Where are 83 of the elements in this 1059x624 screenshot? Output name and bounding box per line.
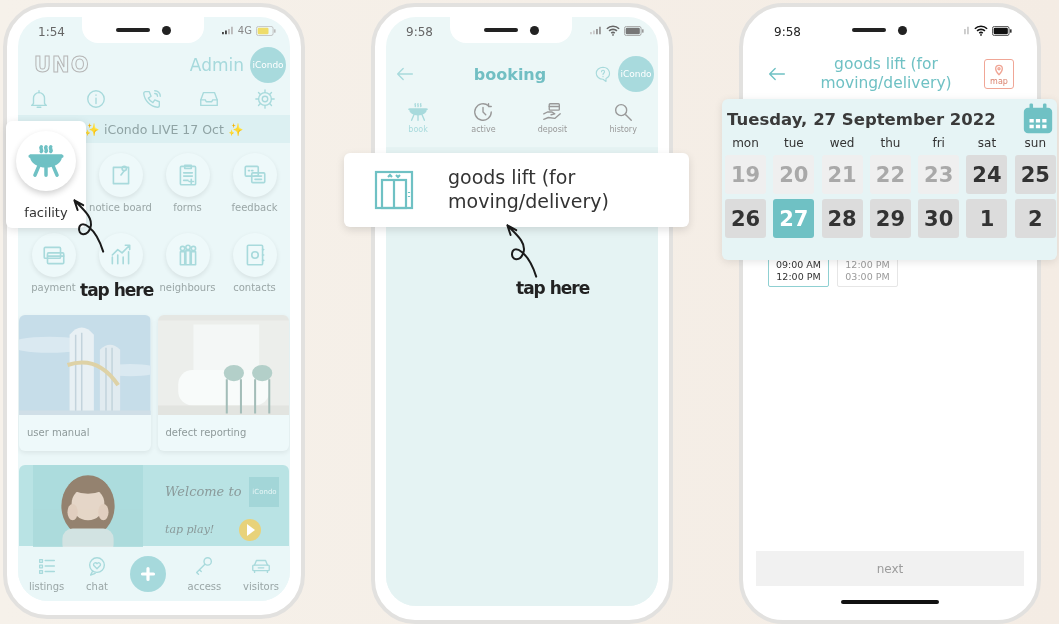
tab[interactable]: active — [465, 101, 502, 147]
wifi-icon — [606, 25, 620, 36]
screen-title: booking — [472, 64, 548, 84]
nav-tab[interactable]: access — [187, 551, 222, 596]
weekday-label: sun — [1023, 136, 1047, 150]
heart-bubble-icon — [86, 555, 108, 577]
shortcut-label: facility — [24, 205, 68, 220]
day-cell[interactable]: 30 — [918, 199, 960, 238]
status-time: 1:54 — [38, 25, 65, 39]
day-cell[interactable]: 25 — [1014, 155, 1056, 194]
network-label: 4G — [237, 25, 252, 36]
map-button[interactable]: map — [984, 59, 1014, 89]
card-title: defect reporting — [164, 426, 248, 438]
card-hand-icon — [541, 101, 564, 123]
shortcut-button[interactable] — [98, 153, 143, 197]
shortcut-button[interactable] — [165, 153, 210, 197]
shortcut-label[interactable]: notice board — [89, 202, 152, 213]
hint-text: tap here — [516, 278, 590, 298]
day-cell[interactable]: 28 — [821, 199, 863, 238]
nav-tab[interactable]: listings — [28, 551, 65, 596]
day-cell[interactable]: 24 — [966, 155, 1008, 194]
clock-icon — [472, 101, 495, 123]
search-icon — [612, 101, 635, 123]
nav-tab[interactable]: chat — [86, 551, 108, 596]
battery-icon — [992, 25, 1012, 36]
weekday-label: fri — [931, 136, 946, 150]
screen-title: goods lift (for moving/delivery) — [819, 55, 953, 93]
tab[interactable]: history — [603, 101, 643, 147]
signal-icon — [590, 26, 602, 35]
signal-icon — [221, 26, 234, 35]
status-time: 9:58 — [406, 25, 433, 39]
hint-text: tap here — [80, 280, 154, 300]
grill-icon — [27, 142, 65, 180]
user-role: Admin — [189, 55, 244, 75]
banner-headline: Welcome to — [165, 484, 242, 499]
shortcut-label[interactable]: contacts — [233, 282, 276, 293]
weekday-label: thu — [879, 136, 902, 150]
shortcut-button[interactable] — [232, 233, 277, 277]
add-button[interactable] — [129, 555, 166, 592]
announcement-text: ✨ iCondo LIVE 17 Oct ✨ — [84, 121, 244, 137]
day-cell[interactable]: 26 — [725, 199, 766, 238]
battery-icon — [256, 25, 276, 36]
highlighted-shortcut[interactable]: facility — [6, 121, 86, 228]
phone-icon[interactable] — [141, 88, 163, 110]
shortcut-label[interactable]: neighbours — [159, 282, 216, 293]
content-card[interactable]: user manual — [19, 315, 151, 451]
wifi-icon — [974, 25, 988, 36]
weekday-label: mon — [731, 136, 760, 150]
weekday-label: tue — [782, 136, 805, 150]
info-icon[interactable] — [84, 88, 107, 110]
battery-icon — [624, 25, 644, 36]
facility-item[interactable]: goods lift (for moving/delivery) — [344, 153, 689, 227]
shortcut-button[interactable] — [165, 233, 210, 277]
shortcut-label[interactable]: payment — [31, 282, 76, 293]
shortcut-button[interactable] — [31, 233, 76, 277]
play-button[interactable] — [238, 517, 263, 542]
help-icon[interactable] — [594, 65, 612, 83]
weekday-label: wed — [828, 136, 856, 150]
bell-icon[interactable] — [28, 88, 50, 110]
shortcut-button[interactable] — [232, 153, 277, 197]
day-cell[interactable]: 1 — [966, 199, 1008, 238]
calendar-icon[interactable] — [1021, 102, 1055, 136]
settings-icon[interactable] — [254, 88, 276, 110]
avatar[interactable]: iCondo — [618, 56, 654, 92]
weekday-label: sat — [976, 136, 998, 150]
grill-icon — [407, 101, 430, 123]
banner-caption: tap play! — [165, 523, 215, 536]
app-logo: UNO — [34, 53, 90, 77]
day-cell[interactable]: 2 — [1014, 199, 1056, 238]
facility-name: goods lift (for moving/delivery) — [448, 166, 610, 214]
day-cell[interactable]: 27 — [773, 199, 815, 238]
content-card[interactable]: defect reporting — [157, 315, 289, 451]
shortcut-label[interactable]: forms — [173, 202, 202, 213]
avatar[interactable]: iCondo — [250, 47, 286, 83]
day-cell[interactable]: 29 — [869, 199, 911, 238]
card-title: user manual — [26, 426, 91, 438]
tab[interactable]: book — [401, 101, 436, 147]
shortcut-label[interactable]: feedback — [231, 202, 278, 213]
tab[interactable]: deposit — [531, 101, 574, 147]
selected-date: Tuesday, 27 September 2022 — [727, 109, 996, 129]
shortcut-button[interactable] — [98, 233, 143, 277]
nav-tab[interactable]: visitors — [243, 551, 280, 596]
status-time: 9:58 — [774, 25, 801, 39]
